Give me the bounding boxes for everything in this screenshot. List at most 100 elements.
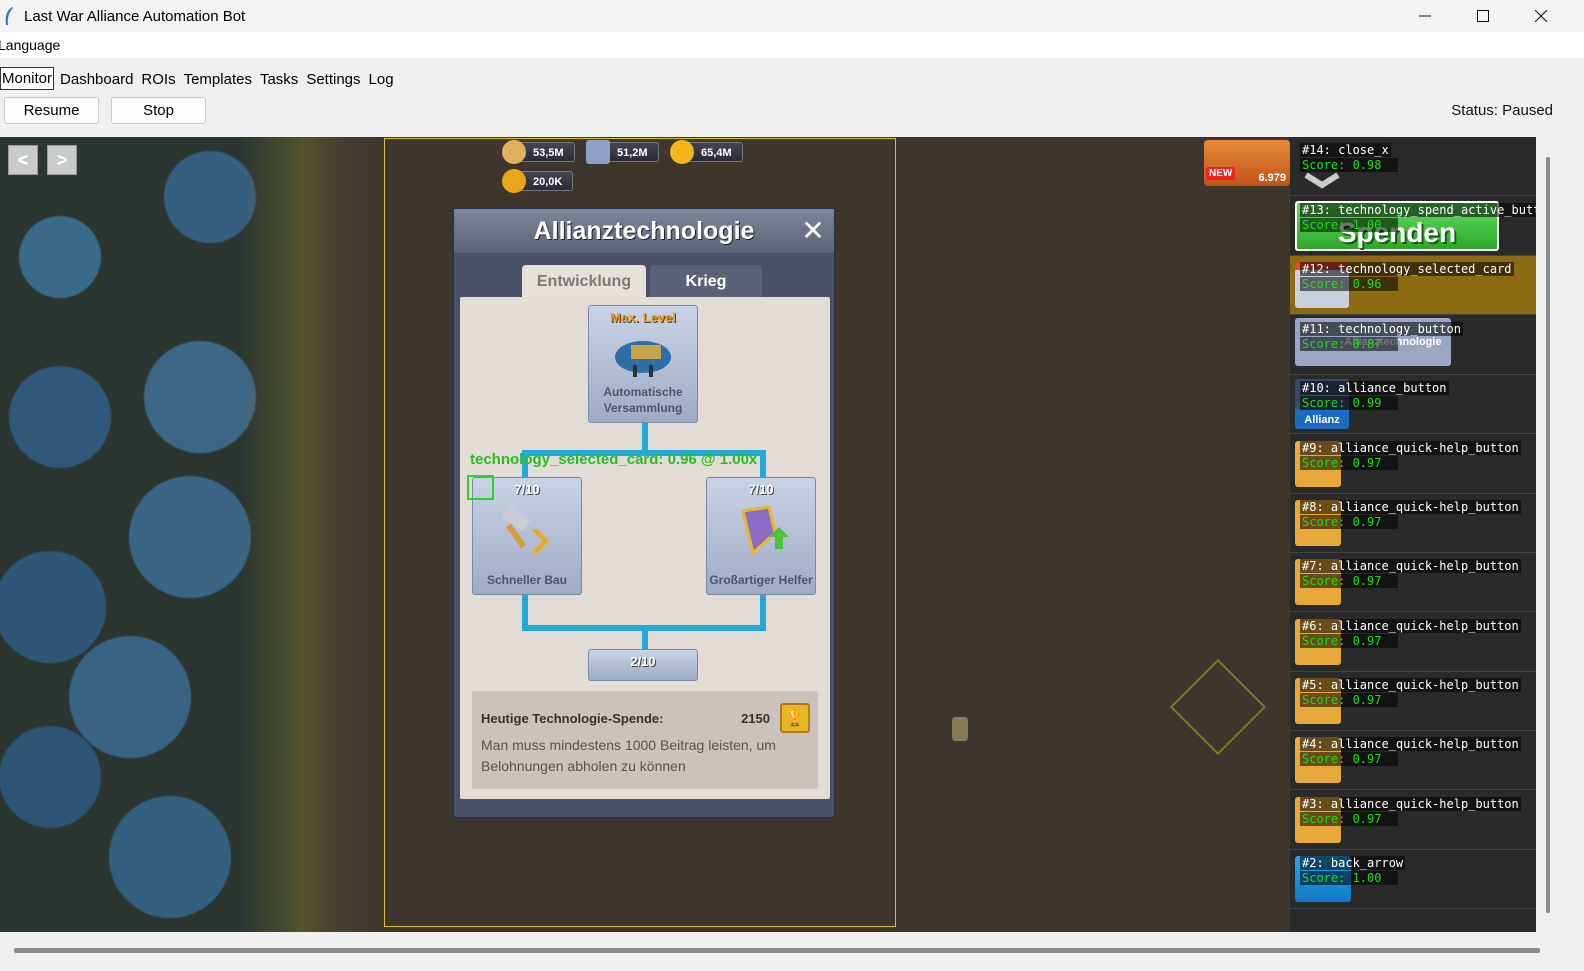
tech-level: Max. Level [610, 310, 676, 325]
donation-panel: Heutige Technologie-Spende: 2150 🏆 Man m… [472, 691, 818, 789]
roi-name: #6: alliance_quick-help_button [1300, 619, 1521, 633]
food-icon [502, 140, 526, 164]
roi-match-list[interactable]: #14: close_x Score: 0.98 Spenden #13: te… [1290, 137, 1536, 932]
roi-item-quick-help[interactable]: #9: alliance_quick-help_button Score: 0.… [1290, 435, 1536, 494]
menu-bar: Language [0, 32, 1584, 58]
resource-food: 53,5M [502, 140, 575, 164]
roi-name: #4: alliance_quick-help_button [1300, 737, 1521, 751]
resource-iron-value: 51,2M [602, 142, 659, 162]
hammer-icon [501, 504, 549, 553]
roi-item-quick-help[interactable]: #3: alliance_quick-help_button Score: 0.… [1290, 791, 1536, 850]
donation-title: Heutige Technologie-Spende: [481, 711, 664, 726]
roi-score: Score: 0.97 [1300, 812, 1398, 826]
dialog-title: Allianztechnologie [454, 209, 834, 253]
maximize-icon [1477, 10, 1489, 22]
roi-item-technology-button[interactable]: Allianztechnologie #11: technology_butto… [1290, 316, 1536, 375]
roi-item-selected-card[interactable]: #12: technology_selected_card Score: 0.9… [1290, 256, 1536, 315]
app-feather-icon [5, 7, 13, 25]
close-window-button[interactable] [1512, 0, 1570, 32]
resume-button[interactable]: Resume [4, 97, 99, 124]
tech-level: 2/10 [630, 654, 656, 669]
technology-tree: Max. Level Automatische Versammlung 7/10… [460, 297, 830, 799]
shield-upgrade-icon [741, 505, 789, 556]
tab-monitor[interactable]: Monitor [0, 67, 55, 90]
roi-name: #7: alliance_quick-help_button [1300, 559, 1521, 573]
roi-score: Score: 0.99 [1300, 396, 1398, 410]
resource-iron: 51,2M [586, 140, 659, 164]
alliance-technology-dialog: Allianztechnologie ✕ Entwicklung Krieg M… [452, 207, 836, 819]
horizontal-scroll-thumb[interactable] [14, 948, 1540, 953]
dialog-close-button[interactable]: ✕ [798, 215, 828, 246]
maximize-button[interactable] [1454, 0, 1512, 32]
title-bar: Last War Alliance Automation Bot [0, 0, 1584, 32]
trophy-icon: 🏆 [785, 710, 805, 727]
roi-item-quick-help[interactable]: #4: alliance_quick-help_button Score: 0.… [1290, 731, 1536, 790]
store-button[interactable]: NEW 6.979 [1204, 140, 1290, 186]
window-title: Last War Alliance Automation Bot [24, 7, 246, 25]
roi-score: Score: 0.96 [1300, 277, 1398, 291]
tree-connector [522, 595, 528, 629]
roi-name: #2: back_arrow [1300, 856, 1406, 870]
tile-marker [1169, 658, 1267, 756]
roi-score: Score: 0.97 [1300, 515, 1398, 529]
roi-item-alliance-button[interactable]: Allianz #10: alliance_button Score: 0.99 [1290, 375, 1536, 434]
tab-entwicklung[interactable]: Entwicklung [522, 265, 646, 298]
tech-name: Schneller Bau [486, 573, 568, 587]
tab-tasks[interactable]: Tasks [258, 68, 300, 90]
roi-score: Score: 1.00 [1300, 218, 1398, 232]
roi-item-spend-button[interactable]: Spenden #13: technology_spend_active_but… [1290, 197, 1536, 256]
vertical-scrollbar[interactable] [1536, 137, 1584, 932]
game-screenshot-viewport[interactable]: < > 53,5M 51,2M 65,4M 20,0K NEW 6.979 Al… [0, 137, 1290, 932]
tab-templates[interactable]: Templates [182, 68, 254, 90]
tab-settings[interactable]: Settings [304, 68, 362, 90]
roi-score: Score: 1.00 [1300, 871, 1398, 885]
resource-food-value: 53,5M [518, 142, 575, 162]
roi-name: #12: technology_selected_card [1300, 262, 1514, 276]
roi-name: #9: alliance_quick-help_button [1300, 441, 1521, 455]
tab-rois[interactable]: ROIs [139, 68, 177, 90]
tech-card-automatische-versammlung[interactable]: Max. Level Automatische Versammlung [588, 305, 698, 423]
vertical-scroll-thumb[interactable] [1546, 157, 1550, 913]
detection-box [467, 475, 494, 500]
tech-card-grossartiger-helfer[interactable]: 7/10 Großartiger Helfer [706, 477, 816, 595]
detection-label: technology_selected_card: 0.96 @ 1.00x [470, 451, 758, 468]
iron-icon [586, 140, 610, 164]
gold-coin-icon [670, 140, 694, 164]
tab-log[interactable]: Log [367, 68, 396, 90]
roi-name: #13: technology_spend_active_button [1300, 203, 1536, 217]
tech-card-locked[interactable]: 2/10 [588, 649, 698, 681]
roi-score: Score: 0.97 [1300, 456, 1398, 470]
roi-name: #14: close_x [1300, 143, 1391, 157]
roi-item-quick-help[interactable]: #7: alliance_quick-help_button Score: 0.… [1290, 553, 1536, 612]
roi-item-quick-help[interactable]: #5: alliance_quick-help_button Score: 0.… [1290, 672, 1536, 731]
tree-connector [760, 595, 766, 629]
roi-score: Score: 0.97 [1300, 634, 1398, 648]
roi-item-back-arrow[interactable]: #2: back_arrow Score: 1.00 [1290, 850, 1536, 909]
trophy-button[interactable]: 🏆 [780, 703, 810, 733]
stop-button[interactable]: Stop [111, 97, 206, 124]
roi-score: Score: 0.97 [1300, 752, 1398, 766]
minimize-icon [1419, 15, 1431, 17]
resource-gear: 20,0K [502, 169, 574, 193]
tech-name: Automatische Versammlung [603, 385, 683, 415]
horizontal-scrollbar[interactable] [0, 932, 1584, 971]
roi-score: Score: 0.87 [1300, 337, 1398, 351]
roi-item-quick-help[interactable]: #8: alliance_quick-help_button Score: 0.… [1290, 494, 1536, 553]
menu-language[interactable]: Language [0, 37, 60, 53]
roi-item-quick-help[interactable]: #6: alliance_quick-help_button Score: 0.… [1290, 613, 1536, 672]
store-count: 6.979 [1258, 172, 1286, 184]
tech-level: 7/10 [748, 482, 774, 497]
close-icon [1535, 10, 1547, 22]
tab-krieg[interactable]: Krieg [650, 265, 762, 298]
roi-score: Score: 0.98 [1300, 158, 1398, 172]
resource-gear-value: 20,0K [518, 171, 574, 191]
tech-level: 7/10 [514, 482, 540, 497]
territory-border [240, 137, 390, 932]
minimize-button[interactable] [1396, 0, 1454, 32]
prev-frame-button[interactable]: < [8, 145, 38, 175]
donation-description: Man muss mindestens 1000 Beitrag leisten… [481, 737, 776, 774]
roi-item-close-x[interactable]: #14: close_x Score: 0.98 [1290, 137, 1536, 196]
next-frame-button[interactable]: > [47, 145, 77, 175]
map-unit [952, 717, 968, 741]
tab-dashboard[interactable]: Dashboard [58, 68, 135, 90]
